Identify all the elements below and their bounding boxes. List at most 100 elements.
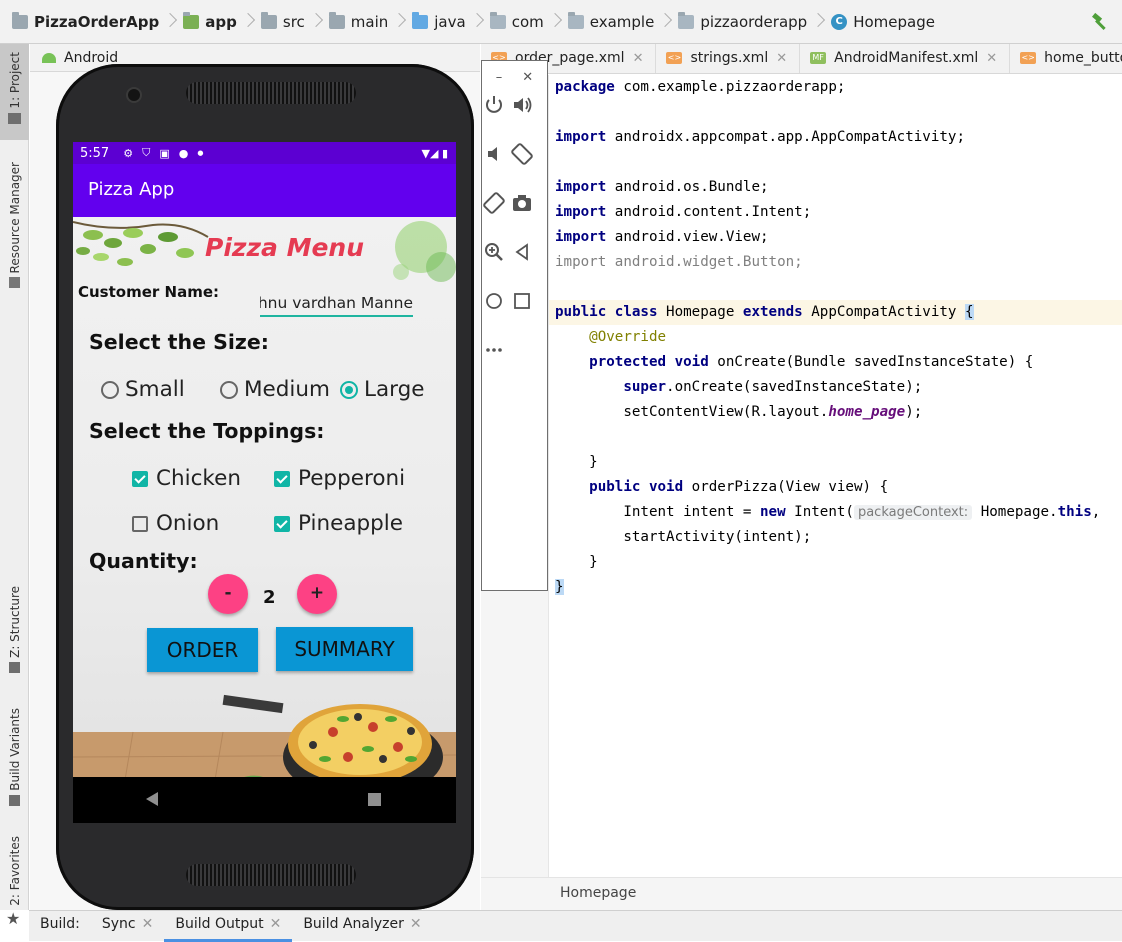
power-icon[interactable] <box>482 93 506 117</box>
tab-favorites[interactable]: 2: Favorites <box>0 836 29 916</box>
crumb-example[interactable]: example <box>567 0 655 44</box>
crumb-com[interactable]: com <box>489 0 544 44</box>
crumb-pizzaorderapp-label: pizzaorderapp <box>700 12 808 31</box>
crumb-app-label: app <box>205 12 237 31</box>
rotate-left-icon[interactable] <box>510 142 534 166</box>
tab-build-variants[interactable]: Build Variants <box>0 708 29 818</box>
nav-back-icon[interactable] <box>146 792 158 806</box>
tab-build-analyzer[interactable]: Build Analyzer ✕ <box>292 911 432 942</box>
code-line: setContentView(R.layout.home_page); <box>555 404 923 420</box>
crumb-project[interactable]: PizzaOrderApp <box>12 0 159 44</box>
crumb-java-label: java <box>434 12 466 31</box>
decrement-button[interactable]: - <box>208 574 248 614</box>
checkbox-checked-icon <box>274 515 290 532</box>
project-folder-icon <box>12 11 28 29</box>
radio-large[interactable]: Large <box>340 377 425 402</box>
customer-name-input[interactable]: ishnu vardhan Manne <box>260 289 413 317</box>
tab-favorites-label: 2: Favorites <box>7 836 22 906</box>
tab-home-button[interactable]: <> home_button.xml <box>1010 44 1122 73</box>
overview-icon[interactable] <box>510 289 534 313</box>
checkbox-label: Onion <box>156 511 220 536</box>
chevron-right-icon <box>811 0 825 44</box>
tab-build-output[interactable]: Build Output ✕ <box>164 911 293 942</box>
view-mode-dropdown[interactable]: Android <box>64 50 118 66</box>
code-line: } <box>555 554 598 570</box>
crumb-src[interactable]: src <box>260 0 305 44</box>
chevron-right-icon <box>163 0 177 44</box>
volume-down-icon[interactable] <box>482 142 506 166</box>
close-icon[interactable]: ✕ <box>270 916 282 932</box>
tab-project[interactable]: 1: Project <box>0 44 29 140</box>
crumb-app[interactable]: app <box>183 0 237 44</box>
minimize-icon[interactable]: – <box>496 70 503 85</box>
tab-android-manifest[interactable]: MF AndroidManifest.xml ✕ <box>800 44 1011 73</box>
chevron-right-icon <box>392 0 406 44</box>
tab-sync[interactable]: Sync ✕ <box>91 911 164 942</box>
close-icon[interactable]: ✕ <box>633 51 644 66</box>
tab-label: home_button.xml <box>1044 50 1122 66</box>
watercolor-decoration <box>393 221 456 282</box>
crumb-example-label: example <box>589 12 655 31</box>
xml-file-icon: <> <box>1020 52 1037 64</box>
radio-label: Medium <box>244 377 330 402</box>
image-icon: ▣ <box>159 146 170 160</box>
code-line: import android.content.Intent; <box>555 204 812 220</box>
code-line: import android.os.Bundle; <box>555 179 769 195</box>
tab-strings[interactable]: <> strings.xml ✕ <box>656 44 801 73</box>
checkbox-pepperoni[interactable]: Pepperoni <box>274 466 405 491</box>
location-icon: ● <box>178 146 189 160</box>
bottom-tool-bar: Build: Sync ✕ Build Output ✕ Build Analyze… <box>29 910 1122 942</box>
left-tool-strip: 1: Project Resource Manager Z: Structure… <box>0 44 29 910</box>
structure-icon <box>9 661 20 673</box>
close-icon[interactable]: ✕ <box>142 916 154 932</box>
close-icon[interactable]: ✕ <box>986 51 997 66</box>
crumb-pizzaorderapp[interactable]: pizzaorderapp <box>678 0 807 44</box>
close-icon[interactable]: ✕ <box>522 70 533 85</box>
increment-button[interactable]: + <box>297 574 337 614</box>
rotate-right-icon[interactable] <box>482 191 506 215</box>
code-editor[interactable]: package com.example.pizzaorderapp; impor… <box>549 75 1122 877</box>
front-camera <box>128 89 140 101</box>
radio-off-icon <box>101 380 119 399</box>
back-icon[interactable] <box>510 240 534 264</box>
checkbox-pineapple[interactable]: Pineapple <box>274 511 403 536</box>
chevron-right-icon <box>309 0 323 44</box>
checkbox-onion[interactable]: Onion <box>132 511 219 536</box>
radio-small[interactable]: Small <box>101 377 185 402</box>
emulator-controls: – ✕ <box>481 60 548 591</box>
folder-icon <box>328 11 345 29</box>
home-icon[interactable] <box>482 289 506 313</box>
checkbox-chicken[interactable]: Chicken <box>132 466 241 491</box>
close-icon[interactable]: ✕ <box>410 916 422 932</box>
crumb-homepage[interactable]: C Homepage <box>831 0 935 44</box>
xml-file-icon: <> <box>666 52 683 64</box>
bottom-speaker <box>186 864 356 886</box>
order-button[interactable]: ORDER <box>147 628 258 672</box>
tab-structure[interactable]: Z: Structure <box>0 586 29 682</box>
build-hammer-icon[interactable] <box>1090 12 1110 32</box>
checkbox-checked-icon <box>274 470 290 487</box>
tab-resource-manager[interactable]: Resource Manager <box>0 162 29 302</box>
code-line: import android.view.View; <box>555 229 769 245</box>
crumb-java[interactable]: java <box>412 0 466 44</box>
code-line: super.onCreate(savedInstanceState); <box>555 379 923 395</box>
build-label: Build: <box>40 915 80 932</box>
package-icon <box>567 11 584 29</box>
camera-icon[interactable] <box>510 191 534 215</box>
more-icon[interactable] <box>482 338 506 362</box>
resources-icon <box>9 277 20 289</box>
close-icon[interactable]: ✕ <box>776 51 787 66</box>
tab-resource-manager-label: Resource Manager <box>7 162 22 274</box>
nav-recents-icon[interactable] <box>368 793 381 806</box>
summary-button[interactable]: SUMMARY <box>276 627 413 671</box>
crumb-main[interactable]: main <box>328 0 388 44</box>
zoom-icon[interactable] <box>482 240 506 264</box>
crumb-src-label: src <box>282 12 305 31</box>
volume-up-icon[interactable] <box>510 93 534 117</box>
code-line: } <box>555 579 564 595</box>
folder-icon <box>8 112 21 124</box>
radio-medium[interactable]: Medium <box>220 377 330 402</box>
toppings-heading: Select the Toppings: <box>89 419 325 443</box>
star-icon[interactable]: ★ <box>6 909 20 928</box>
editor-breadcrumb[interactable]: Homepage <box>481 877 1122 910</box>
